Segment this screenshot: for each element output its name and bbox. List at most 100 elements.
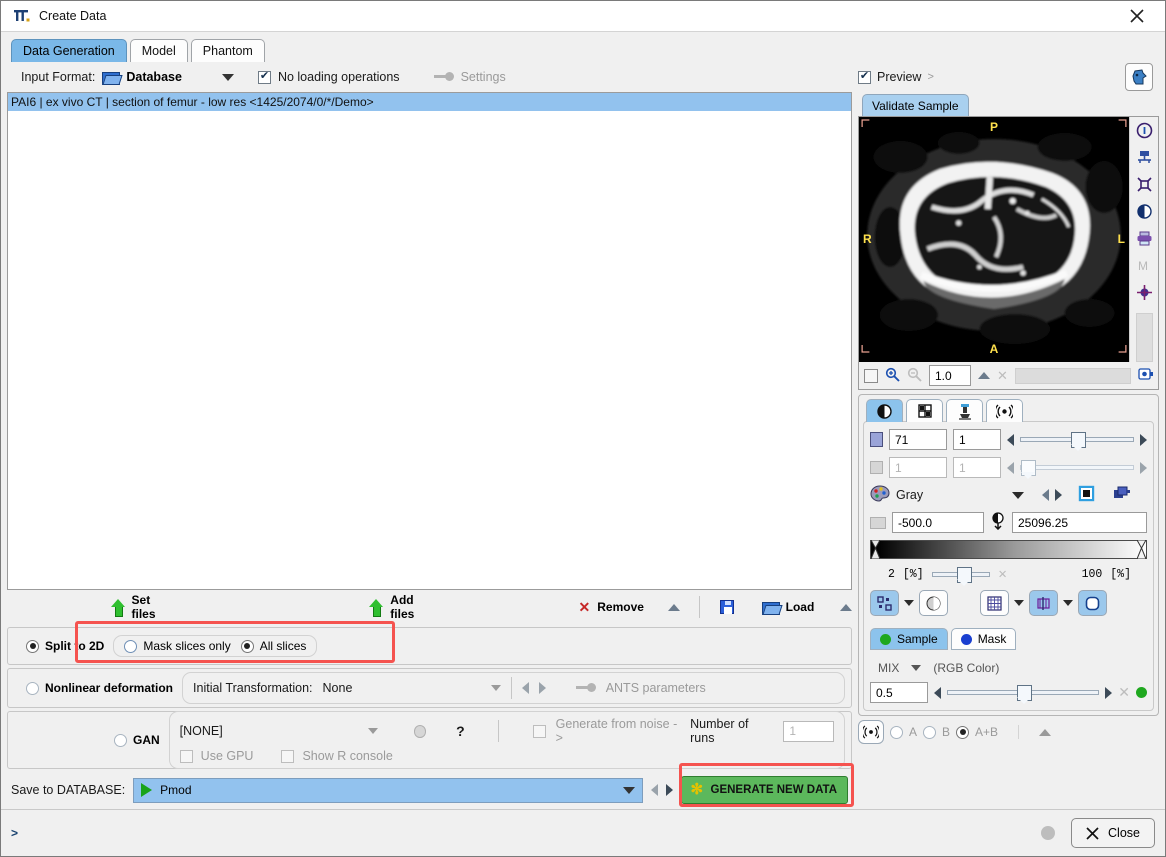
colortable-previous-icon[interactable] [1042, 489, 1049, 501]
grid-overlay-button[interactable] [980, 590, 1009, 616]
tab-mask[interactable]: Mask [950, 628, 1017, 650]
mix-label[interactable]: MIX [878, 661, 899, 675]
clear-zoom-icon[interactable]: ✕ [997, 368, 1008, 384]
preview-expand-icon[interactable]: > [927, 71, 933, 83]
use-gpu-checkbox[interactable] [179, 749, 193, 763]
fusion-menu-button[interactable] [1039, 728, 1052, 736]
generate-from-noise-checkbox[interactable] [532, 724, 546, 738]
slice-previous-icon[interactable] [1007, 433, 1014, 446]
slice-next-icon[interactable] [1140, 433, 1147, 446]
head-profile-button[interactable] [1125, 63, 1153, 91]
all-slices-radio[interactable]: All slices [240, 639, 306, 653]
chevron-down-icon[interactable] [490, 685, 501, 691]
zoom-menu-button[interactable] [978, 372, 990, 379]
mask-slices-only-radio[interactable]: Mask slices only [124, 639, 231, 653]
tab-probe[interactable] [946, 399, 983, 422]
mix-value-input[interactable]: 0.5 [870, 682, 928, 703]
viewer-scrollbar[interactable] [1135, 313, 1153, 362]
markers-button[interactable] [870, 590, 899, 616]
frame-step-input[interactable]: 1 [953, 457, 1001, 478]
previous-database-icon[interactable] [650, 784, 658, 796]
roi-outline-button[interactable] [1078, 590, 1107, 616]
remove-menu-button[interactable] [667, 603, 680, 611]
floppy-disk-icon[interactable] [720, 600, 734, 614]
window-min-input[interactable]: -500.0 [892, 512, 984, 533]
input-format-value[interactable]: Database [126, 70, 182, 84]
layout-icon[interactable] [1135, 148, 1154, 167]
zoom-out-icon[interactable] [907, 367, 922, 385]
next-arrow-icon[interactable] [538, 682, 546, 694]
viewer-lock-checkbox[interactable] [864, 368, 878, 383]
gan-model-value[interactable]: [NONE] [180, 724, 359, 738]
ants-parameters-button[interactable]: ANTS parameters [606, 681, 706, 695]
tab-fusion[interactable] [986, 399, 1023, 422]
reset-percent-icon[interactable]: ✕ [998, 566, 1006, 583]
colorbar-max-handle[interactable] [1136, 539, 1147, 560]
gan-options-button[interactable] [413, 724, 427, 738]
close-button[interactable]: Close [1071, 818, 1155, 848]
mix-decrease-icon[interactable] [934, 686, 941, 699]
print-icon[interactable] [1135, 229, 1154, 248]
generate-new-data-button[interactable]: GENERATE NEW DATA [680, 776, 848, 804]
database-combo[interactable]: Pmod [133, 777, 643, 803]
tab-phantom[interactable]: Phantom [190, 39, 265, 62]
slider-thumb[interactable] [1071, 431, 1087, 451]
preview-checkbox[interactable] [858, 70, 871, 84]
fusion-a-radio[interactable]: A [890, 725, 917, 739]
m-marker-icon[interactable]: M [1135, 256, 1154, 275]
colortable-name[interactable]: Gray [896, 488, 1006, 502]
invert-colors-icon[interactable] [1078, 485, 1095, 505]
slice-slider[interactable] [1020, 431, 1134, 451]
chevron-down-icon[interactable] [622, 786, 635, 794]
window-level-icon[interactable] [990, 512, 1006, 533]
tab-grid-layout[interactable] [906, 399, 943, 422]
tab-sample[interactable]: Sample [870, 628, 948, 650]
zoom-in-icon[interactable] [885, 367, 900, 385]
nonlinear-deformation-radio[interactable]: Nonlinear deformation [26, 681, 173, 695]
vessel-overlay-button[interactable] [1029, 590, 1058, 616]
zoom-value-input[interactable]: 1.0 [929, 365, 971, 386]
grid-overlay-menu-icon[interactable] [1014, 600, 1024, 606]
file-list[interactable]: PAI6 | ex vivo CT | section of femur - l… [7, 92, 852, 590]
copy-colortable-icon[interactable] [1113, 486, 1131, 505]
frame-index-input[interactable]: 1 [889, 457, 947, 478]
markers-menu-icon[interactable] [904, 600, 914, 606]
reset-mix-icon[interactable]: ✕ [1118, 684, 1130, 701]
number-of-runs-input[interactable]: 1 [783, 720, 834, 742]
colortable-bar[interactable] [870, 539, 1147, 560]
colortable-next-icon[interactable] [1055, 489, 1062, 501]
frame-previous-icon[interactable] [1007, 461, 1014, 474]
slice-step-input[interactable]: 1 [953, 429, 1001, 450]
remove-button[interactable]: ✕ Remove [579, 600, 644, 614]
load-button[interactable]: Load [761, 600, 814, 615]
show-r-console-checkbox[interactable] [281, 749, 295, 763]
chevron-down-icon[interactable] [221, 73, 234, 81]
chevron-down-icon[interactable] [1012, 491, 1024, 499]
tab-data-generation[interactable]: Data Generation [11, 39, 127, 62]
mix-increase-icon[interactable] [1105, 686, 1113, 699]
slider-thumb[interactable] [957, 566, 973, 586]
initial-transformation-value[interactable]: None [323, 681, 353, 695]
slider-thumb[interactable] [1017, 684, 1033, 704]
vessel-overlay-menu-icon[interactable] [1063, 600, 1073, 606]
frame-slider[interactable] [1020, 459, 1134, 479]
info-icon[interactable] [1135, 121, 1154, 140]
slice-index-input[interactable]: 71 [889, 429, 947, 450]
load-menu-button[interactable] [839, 603, 852, 611]
set-files-button[interactable]: Set files [110, 593, 177, 621]
help-icon[interactable]: ? [456, 723, 465, 739]
list-item[interactable]: PAI6 | ex vivo CT | section of femur - l… [8, 93, 851, 111]
window-close-button[interactable] [1115, 1, 1159, 31]
fusion-button[interactable] [858, 720, 884, 744]
fusion-ab-radio[interactable]: A+B [956, 725, 998, 739]
mix-slider[interactable] [947, 684, 1100, 704]
slider-thumb[interactable] [1021, 459, 1037, 479]
frame-next-icon[interactable] [1140, 461, 1147, 474]
crosshair-icon[interactable] [1135, 283, 1154, 302]
alpha-blend-button[interactable] [919, 590, 948, 616]
color-palette-icon[interactable] [870, 485, 890, 505]
snapshot-icon[interactable] [1138, 367, 1153, 384]
chevron-down-icon[interactable] [911, 665, 922, 671]
add-files-button[interactable]: Add files [369, 593, 440, 621]
contrast-icon[interactable] [1135, 202, 1154, 221]
